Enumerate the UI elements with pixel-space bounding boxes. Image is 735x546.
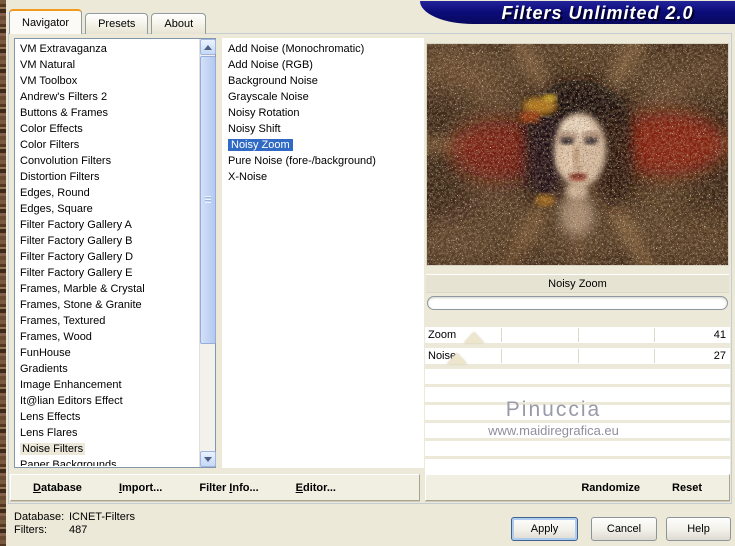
filter-item[interactable]: Add Noise (Monochromatic) [222, 41, 424, 57]
slider-tick [501, 328, 503, 342]
slider-row-empty [425, 405, 730, 420]
filter-listbox[interactable]: Add Noise (Monochromatic) Add Noise (RGB)… [222, 38, 424, 468]
slider-tick [653, 328, 655, 342]
category-item[interactable]: Andrew's Filters 2 [16, 89, 198, 105]
slider-row-empty [425, 387, 730, 402]
category-item[interactable]: Image Enhancement [16, 377, 198, 393]
progress-bar [427, 296, 728, 310]
status-database-value: ICNET-Filters [69, 511, 135, 523]
scrollbar-thumb[interactable] [200, 56, 216, 344]
filter-item[interactable]: Pure Noise (fore-/background) [222, 153, 424, 169]
slider-tick [501, 349, 503, 363]
category-item[interactable]: Buttons & Frames [16, 105, 198, 121]
category-item[interactable]: Filter Factory Gallery A [16, 217, 198, 233]
category-item[interactable]: Gradients [16, 361, 198, 377]
filter-item[interactable]: Grayscale Noise [222, 89, 424, 105]
cancel-button[interactable]: Cancel [591, 517, 657, 541]
category-item[interactable]: Convolution Filters [16, 153, 198, 169]
category-item[interactable]: Paper Backgrounds [16, 457, 198, 466]
scroll-up-button[interactable] [200, 39, 216, 55]
slider-row-empty [425, 369, 730, 384]
window-title: Filters Unlimited 2.0 [501, 3, 694, 23]
category-item[interactable]: Lens Flares [16, 425, 198, 441]
slider-row-empty [425, 441, 730, 456]
category-item[interactable]: Filter Factory Gallery B [16, 233, 198, 249]
reset-button[interactable]: Reset [672, 482, 702, 494]
filter-item[interactable]: Noisy Shift [222, 121, 424, 137]
category-item[interactable]: VM Toolbox [16, 73, 198, 89]
slider-value: 27 [713, 350, 726, 362]
chevron-down-icon [204, 456, 212, 462]
tab-navigator[interactable]: Navigator [9, 9, 83, 34]
slider-row-empty [425, 459, 730, 474]
status-area: Database: ICNET-Filters Filters: 487 [14, 511, 135, 537]
randomize-button[interactable]: Randomize [581, 482, 640, 494]
slider-row-empty [425, 423, 730, 438]
database-button[interactable]: Database [33, 482, 82, 494]
category-item[interactable]: Lens Effects [16, 409, 198, 425]
category-item[interactable]: VM Natural [16, 57, 198, 73]
category-item[interactable]: FunHouse [16, 345, 198, 361]
category-item[interactable]: Edges, Square [16, 201, 198, 217]
category-item[interactable]: Noise Filters [16, 441, 198, 457]
category-item[interactable]: Frames, Wood [16, 329, 198, 345]
category-item[interactable]: Color Effects [16, 121, 198, 137]
category-item[interactable]: VM Extravaganza [16, 41, 198, 57]
filter-info-button[interactable]: Filter Info... [199, 482, 258, 494]
category-scrollbar[interactable] [199, 39, 216, 467]
preview-caption: Noisy Zoom [426, 274, 729, 293]
help-button[interactable]: Help [666, 517, 731, 541]
category-item[interactable]: Frames, Stone & Granite [16, 297, 198, 313]
import-button[interactable]: Import... [119, 482, 162, 494]
category-item[interactable]: Frames, Textured [16, 313, 198, 329]
category-item[interactable]: Frames, Marble & Crystal [16, 281, 198, 297]
filter-item[interactable]: Background Noise [222, 73, 424, 89]
category-item[interactable]: Filter Factory Gallery E [16, 265, 198, 281]
tab-bar: Navigator Presets About [9, 9, 209, 34]
category-item[interactable]: Color Filters [16, 137, 198, 153]
title-banner: Filters Unlimited 2.0 [420, 1, 735, 24]
slider-panel: Zoom 41 Noise 27 [425, 327, 730, 477]
category-listbox[interactable]: VM Extravaganza VM Natural VM Toolbox Andre… [14, 38, 216, 468]
filters-unlimited-window: Filters Unlimited 2.0 Navigator Presets … [0, 0, 735, 546]
apply-button[interactable]: Apply [511, 517, 578, 541]
category-item[interactable]: It@lian Editors Effect [16, 393, 198, 409]
filter-item[interactable]: Add Noise (RGB) [222, 57, 424, 73]
chevron-up-icon [204, 44, 212, 50]
tab-about[interactable]: About [151, 13, 207, 34]
slider-noise[interactable]: Noise 27 [425, 348, 730, 364]
filter-item[interactable]: X-Noise [222, 169, 424, 185]
slider-label: Zoom [428, 329, 457, 341]
background-canvas-strip [0, 0, 6, 546]
status-filters-label: Filters: [14, 524, 47, 536]
filter-item[interactable]: Noisy Rotation [222, 105, 424, 121]
slider-tick [653, 349, 655, 363]
slider-thumb[interactable] [464, 332, 485, 343]
scroll-down-button[interactable] [200, 451, 216, 467]
slider-value: 41 [713, 329, 726, 341]
tab-presets[interactable]: Presets [85, 13, 149, 34]
slider-tick [577, 349, 579, 363]
preview-image [426, 43, 729, 266]
right-toolbar: Randomize Reset [425, 474, 730, 501]
left-toolbar: Database Import... Filter Info... Editor… [10, 474, 420, 501]
category-item[interactable]: Filter Factory Gallery D [16, 249, 198, 265]
editor-button[interactable]: Editor... [296, 482, 336, 494]
status-filters-value: 487 [69, 524, 88, 536]
status-database-label: Database: [14, 511, 65, 523]
slider-zoom[interactable]: Zoom 41 [425, 327, 730, 343]
slider-tick [577, 328, 579, 342]
slider-thumb[interactable] [447, 353, 468, 364]
filter-item[interactable]: Noisy Zoom [222, 137, 424, 153]
category-items: VM Extravaganza VM Natural VM Toolbox Andre… [16, 41, 198, 466]
filter-items: Add Noise (Monochromatic) Add Noise (RGB)… [222, 38, 424, 185]
category-item[interactable]: Distortion Filters [16, 169, 198, 185]
category-item[interactable]: Edges, Round [16, 185, 198, 201]
